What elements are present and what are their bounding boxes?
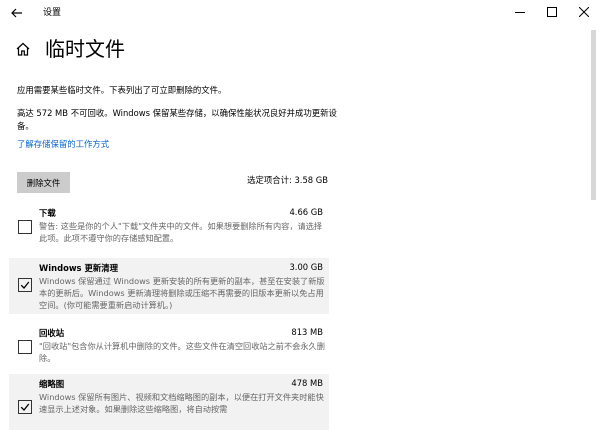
item-name: Windows 更新清理 bbox=[39, 263, 118, 273]
reserved-storage-text: 高达 572 MB 不可回收。Windows 保留某些存储，以确保性能状况良好并… bbox=[17, 108, 337, 131]
item-description: Windows 保留通过 Windows 更新安装的所有更新的副本，甚至在安装了… bbox=[39, 276, 325, 310]
item-size: 4.66 GB bbox=[289, 207, 323, 217]
close-button[interactable] bbox=[576, 4, 592, 20]
title-bar: 设置 bbox=[0, 0, 600, 24]
item-name: 回收站 bbox=[39, 328, 65, 338]
description-text: 应用需要某些临时文件。下表列出了可立即删除的文件。 bbox=[17, 85, 227, 95]
minimize-button[interactable] bbox=[512, 4, 528, 20]
scrollbar[interactable] bbox=[591, 30, 596, 200]
item-size: 478 MB bbox=[291, 378, 323, 388]
list-item[interactable]: Windows 更新清理 3.00 GB Windows 保留通过 Window… bbox=[9, 258, 329, 314]
item-description: 警告: 这些是你的个人"下载"文件夹中的文件。如果想要删除所有内容，请选择此项。… bbox=[39, 221, 323, 243]
page-title: 临时文件 bbox=[45, 37, 125, 61]
home-icon[interactable] bbox=[15, 41, 31, 57]
item-description: Windows 保留所有图片、视频和文档缩略图的副本，以便在打开文件夹时能快速显… bbox=[39, 392, 324, 414]
app-title: 设置 bbox=[43, 8, 62, 18]
maximize-button[interactable] bbox=[544, 4, 560, 20]
item-name: 缩略图 bbox=[39, 379, 65, 389]
back-arrow-icon[interactable] bbox=[10, 5, 24, 19]
item-name: 下载 bbox=[39, 208, 56, 218]
checkbox-checked[interactable] bbox=[18, 278, 32, 292]
delete-files-button[interactable]: 删除文件 bbox=[17, 172, 70, 193]
checkbox[interactable] bbox=[18, 340, 32, 354]
item-size: 813 MB bbox=[291, 327, 323, 337]
list-item[interactable]: 下载 4.66 GB 警告: 这些是你的个人"下载"文件夹中的文件。如果想要删除… bbox=[9, 203, 329, 259]
item-size: 3.00 GB bbox=[289, 262, 323, 272]
list-item[interactable]: 回收站 813 MB "回收站"包含你从计算机中删除的文件。这些文件在清空回收站… bbox=[9, 323, 329, 379]
checkbox[interactable] bbox=[18, 220, 32, 234]
item-description: "回收站"包含你从计算机中删除的文件。这些文件在清空回收站之前不会永久删除。 bbox=[39, 341, 325, 363]
selected-total: 选定项合计: 3.58 GB bbox=[247, 175, 328, 185]
checkbox-checked[interactable] bbox=[18, 400, 32, 414]
learn-storage-link[interactable]: 了解存储保留的工作方式 bbox=[17, 138, 109, 150]
